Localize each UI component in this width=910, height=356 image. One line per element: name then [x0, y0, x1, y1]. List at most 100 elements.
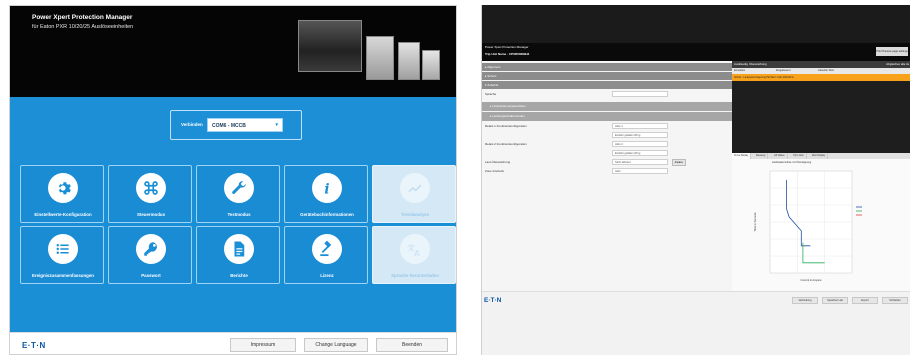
app-title: Power Xpert Protection Manager — [32, 14, 133, 21]
svg-text:i: i — [324, 181, 329, 197]
tab-trip-limits[interactable]: Trip Limits — [791, 153, 807, 159]
gavel-icon — [312, 234, 342, 264]
tile-label: Trendanalyse — [400, 212, 430, 217]
tile-label: Gerätebuchinformationen — [300, 212, 354, 217]
monitoring-log-panel: Auslösedig. Überwachung Abgleichen alle … — [732, 61, 910, 153]
log-row-text: Schutz - Langzeitverzögerung Pkt-Wert 1 … — [734, 76, 794, 79]
tile-reports[interactable]: Berichte — [196, 226, 280, 284]
x-axis-label: Current in Ampere — [800, 278, 822, 282]
tile-label: Sprache herunterladen — [391, 273, 439, 278]
row-label: Relais 1 Funktionskonfiguration — [485, 124, 527, 128]
translate-icon: 文A — [400, 234, 430, 264]
curve-display-panel: Curve Display Messung Lift Values Trip L… — [732, 153, 910, 291]
circuit-breaker-image — [298, 20, 362, 72]
tile-label: Einstellwerte-Konfiguration — [34, 212, 92, 217]
row-label: Relais 2 Funktionskonfiguration — [485, 142, 527, 146]
section-general[interactable]: ▸ Allgemein — [482, 63, 732, 71]
tile-label: Ereigniszusammenfassungen — [32, 273, 94, 278]
info-icon: i — [312, 173, 342, 203]
tile-trend-analysis[interactable]: Trendanalyse — [372, 165, 456, 223]
connection-label: Verbinden — [181, 122, 203, 127]
section-protection[interactable]: ▸ Schutz — [482, 72, 732, 80]
tile-label: Steuermodus — [136, 212, 166, 217]
breaker-module-image — [398, 42, 420, 80]
tile-password[interactable]: Passwort — [108, 226, 192, 284]
tile-license[interactable]: Lizenz — [284, 226, 368, 284]
tile-language-download[interactable]: 文A Sprache herunterladen — [372, 226, 456, 284]
footer-bar: E·T·N Impressum Change Language Beenden — [10, 332, 456, 354]
log-header: Auslösedig. Überwachung Abgleichen alle … — [732, 61, 910, 68]
exit-button[interactable]: Beenden — [376, 338, 448, 352]
connection-button[interactable]: Verbindung — [792, 297, 818, 304]
window-title: Power Xpert Protection Manager — [485, 45, 529, 49]
tile-device-info[interactable]: i Gerätebuchinformationen — [284, 165, 368, 223]
window-titlebar: Power Xpert Protection Manager Trip Unit… — [482, 43, 910, 61]
relay1-function-field[interactable]: Aktiv 1 — [612, 123, 668, 129]
tile-label: Lizenz — [320, 273, 334, 278]
log-title: Auslösedig. Überwachung — [734, 62, 767, 66]
log-row-selected[interactable]: Schutz - Langzeitverzögerung Pkt-Wert 1 … — [732, 74, 910, 81]
app-subtitle: für Eaton PXR 10/20/25 Auslöseeinheiten — [32, 24, 134, 30]
key-icon — [136, 234, 166, 264]
tab-lift-values[interactable]: Lift Values — [772, 153, 788, 159]
change-language-button[interactable]: Change Language — [304, 338, 368, 352]
tile-settings-configuration[interactable]: Einstellwerte-Konfiguration — [20, 165, 104, 223]
window-top-area — [482, 5, 910, 43]
trend-icon — [400, 173, 430, 203]
connection-box: Verbinden COM6 - MCCB ▾ — [170, 110, 302, 140]
trip-curve-chart: Current in Ampere Time in Seconds — [753, 170, 862, 282]
print-preview-button[interactable]: Print Preview page settings — [876, 47, 908, 56]
connection-dropdown[interactable]: COM6 - MCCB ▾ — [207, 118, 283, 132]
breaker-module-image — [422, 50, 440, 80]
main-menu-window: Power Xpert Protection Manager für Eaton… — [9, 5, 457, 355]
section-label: Allgemein — [487, 65, 501, 69]
row-label: Last-Überwachung — [485, 160, 511, 164]
adjust-button[interactable]: Anpass. — [672, 159, 686, 166]
tab-value-display[interactable]: Wert Display — [810, 153, 828, 159]
load-monitoring-field[interactable]: Nicht aktiviert — [612, 159, 668, 165]
section-accessories[interactable]: ▾ Zubehör — [482, 81, 732, 89]
trip-unit-name: Trip Unit Name - CPXR00289H4 — [485, 52, 530, 56]
gear-icon — [48, 173, 78, 203]
document-icon — [224, 234, 254, 264]
settings-window: Power Xpert Protection Manager Trip Unit… — [481, 5, 910, 355]
subsection-breaker-mode[interactable]: ▸ Leistungsschaltermodus — [482, 112, 732, 121]
row-label: Zone Interlock — [485, 169, 505, 173]
tab-curve-display[interactable]: Curve Display — [732, 153, 752, 159]
tile-event-summaries[interactable]: Ereigniszusammenfassungen — [20, 226, 104, 284]
log-refresh-info: Abgleichen alle 4s — [886, 62, 909, 66]
chevron-down-icon: ▾ — [275, 122, 278, 128]
subsection-label: Unterspannungsauslöser — [492, 104, 526, 108]
connection-dropdown-value: COM6 - MCCB — [212, 123, 246, 129]
relay2-function-field[interactable]: Aktiv 2 — [612, 141, 668, 147]
tile-label: Testmodus — [227, 212, 251, 217]
imprint-button[interactable]: Impressum — [230, 338, 296, 352]
language-field[interactable] — [612, 91, 668, 97]
export-button[interactable]: Export — [852, 297, 878, 304]
composite-screenshot: Power Xpert Protection Manager für Eaton… — [0, 0, 910, 356]
settings-form: ▸ Allgemein ▸ Schutz ▾ Zubehör Sprache ▸… — [482, 61, 732, 291]
eaton-logo: E·T·N — [22, 341, 46, 350]
save-as-button[interactable]: Speichern als — [822, 297, 848, 304]
tile-label: Passwort — [141, 273, 161, 278]
bottom-bar: E·T·N Verbindung Speichern als Export Sc… — [482, 291, 910, 355]
section-label: Schutz — [487, 74, 497, 78]
zone-interlock-field[interactable]: Aktiv — [612, 168, 668, 174]
eaton-logo: E·T·N — [484, 297, 502, 304]
tile-label: Berichte — [230, 273, 248, 278]
section-label: Zubehör — [487, 83, 499, 87]
subsection-undervoltage[interactable]: ▸ Unterspannungsauslöser — [482, 102, 732, 111]
list-icon — [48, 234, 78, 264]
subsection-label: Leistungsschaltermodus — [492, 114, 525, 118]
wrench-icon — [224, 173, 254, 203]
tile-control-mode[interactable]: Steuermodus — [108, 165, 192, 223]
tile-test-mode[interactable]: Testmodus — [196, 165, 280, 223]
command-icon — [136, 173, 166, 203]
tab-measurement[interactable]: Messung — [754, 153, 769, 159]
breaker-module-image — [366, 36, 394, 80]
svg-text:A: A — [414, 248, 420, 258]
relay2-mode-field[interactable]: Einfach gefallen Wrng — [612, 150, 668, 156]
close-button[interactable]: Schließen — [882, 297, 908, 304]
relay1-mode-field[interactable]: Einfach gefallen Wrng — [612, 132, 668, 138]
chart-tabbar: Curve Display Messung Lift Values Trip L… — [732, 153, 910, 159]
